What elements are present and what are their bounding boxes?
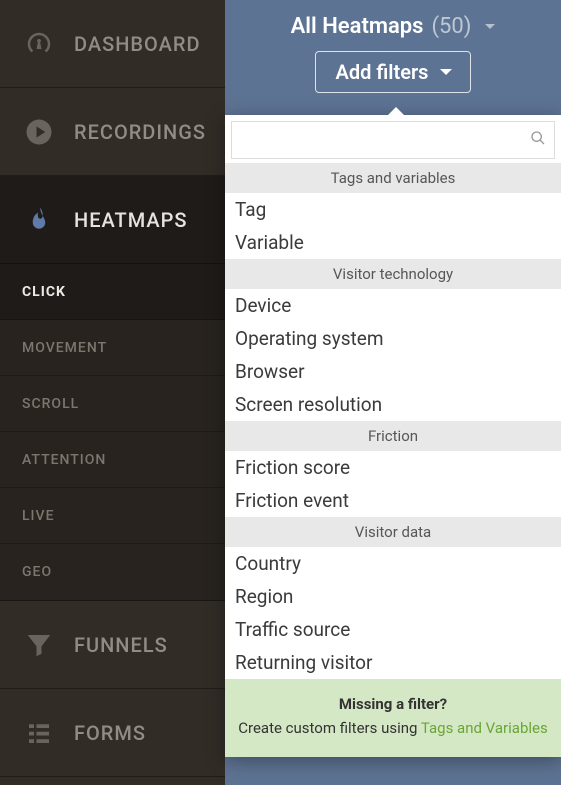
sub-label: ATTENTION	[22, 452, 106, 468]
sub-item-scroll[interactable]: SCROLL	[0, 376, 225, 432]
chevron-down-icon	[485, 24, 495, 29]
footer-title: Missing a filter?	[233, 695, 553, 713]
sub-item-attention[interactable]: ATTENTION	[0, 432, 225, 488]
filter-search-input[interactable]	[240, 132, 530, 149]
filter-item-friction-score[interactable]: Friction score	[225, 451, 561, 484]
panel-title: All Heatmaps	[291, 14, 424, 39]
filter-item-screen-resolution[interactable]: Screen resolution	[225, 388, 561, 421]
nav-item-funnels[interactable]: FUNNELS	[0, 601, 225, 689]
filter-item-operating-system[interactable]: Operating system	[225, 322, 561, 355]
filter-item-region[interactable]: Region	[225, 580, 561, 613]
nav-label: FORMS	[74, 721, 146, 745]
sub-label: MOVEMENT	[22, 340, 107, 356]
filter-dropdown-footer: Missing a filter? Create custom filters …	[225, 679, 561, 757]
sub-item-live[interactable]: LIVE	[0, 488, 225, 544]
filter-item-traffic-source[interactable]: Traffic source	[225, 613, 561, 646]
filter-section-header: Visitor technology	[225, 259, 561, 289]
nav-label: RECORDINGS	[74, 120, 206, 144]
play-icon	[22, 115, 56, 149]
filter-dropdown: Tags and variables Tag Variable Visitor …	[225, 115, 561, 757]
nav-item-dashboard[interactable]: DASHBOARD	[0, 0, 225, 88]
filter-section-header: Friction	[225, 421, 561, 451]
footer-text: Create custom filters using	[238, 719, 421, 737]
panel: All Heatmaps (50) Add filters Tags and v…	[225, 0, 561, 785]
filter-search-row	[231, 121, 555, 159]
filter-item-device[interactable]: Device	[225, 289, 561, 322]
nav-label: DASHBOARD	[74, 32, 201, 56]
filter-item-variable[interactable]: Variable	[225, 226, 561, 259]
sub-label: CLICK	[22, 284, 66, 300]
filter-item-browser[interactable]: Browser	[225, 355, 561, 388]
sub-label: GEO	[22, 564, 52, 580]
add-filters-label: Add filters	[336, 60, 429, 84]
chevron-down-icon	[440, 69, 452, 75]
search-icon	[530, 130, 546, 150]
sidebar: DASHBOARD RECORDINGS HEATMAPS CLICK MOVE…	[0, 0, 225, 785]
filter-section-header: Visitor data	[225, 517, 561, 547]
nav-label: HEATMAPS	[74, 208, 188, 232]
sub-item-geo[interactable]: GEO	[0, 544, 225, 600]
add-filters-button[interactable]: Add filters	[315, 51, 472, 93]
nav-item-heatmaps[interactable]: HEATMAPS	[0, 176, 225, 264]
nav-item-forms[interactable]: FORMS	[0, 689, 225, 777]
heatmap-submenu: CLICK MOVEMENT SCROLL ATTENTION LIVE GEO	[0, 264, 225, 601]
nav-label: FUNNELS	[74, 633, 168, 657]
sub-item-movement[interactable]: MOVEMENT	[0, 320, 225, 376]
tags-and-variables-link[interactable]: Tags and Variables	[421, 719, 548, 737]
footer-text-row: Create custom filters using Tags and Var…	[233, 719, 553, 737]
filter-section-header: Tags and variables	[225, 163, 561, 193]
sub-label: LIVE	[22, 508, 54, 524]
filter-item-returning-visitor[interactable]: Returning visitor	[225, 646, 561, 679]
filter-item-friction-event[interactable]: Friction event	[225, 484, 561, 517]
filter-item-tag[interactable]: Tag	[225, 193, 561, 226]
nav-item-recordings[interactable]: RECORDINGS	[0, 88, 225, 176]
panel-count: (50)	[431, 14, 471, 39]
filter-item-country[interactable]: Country	[225, 547, 561, 580]
funnel-icon	[22, 628, 56, 662]
sub-label: SCROLL	[22, 396, 79, 412]
list-icon	[22, 716, 56, 750]
flame-icon	[22, 203, 56, 237]
gauge-icon	[22, 27, 56, 61]
panel-header[interactable]: All Heatmaps (50)	[225, 14, 561, 39]
sub-item-click[interactable]: CLICK	[0, 264, 225, 320]
